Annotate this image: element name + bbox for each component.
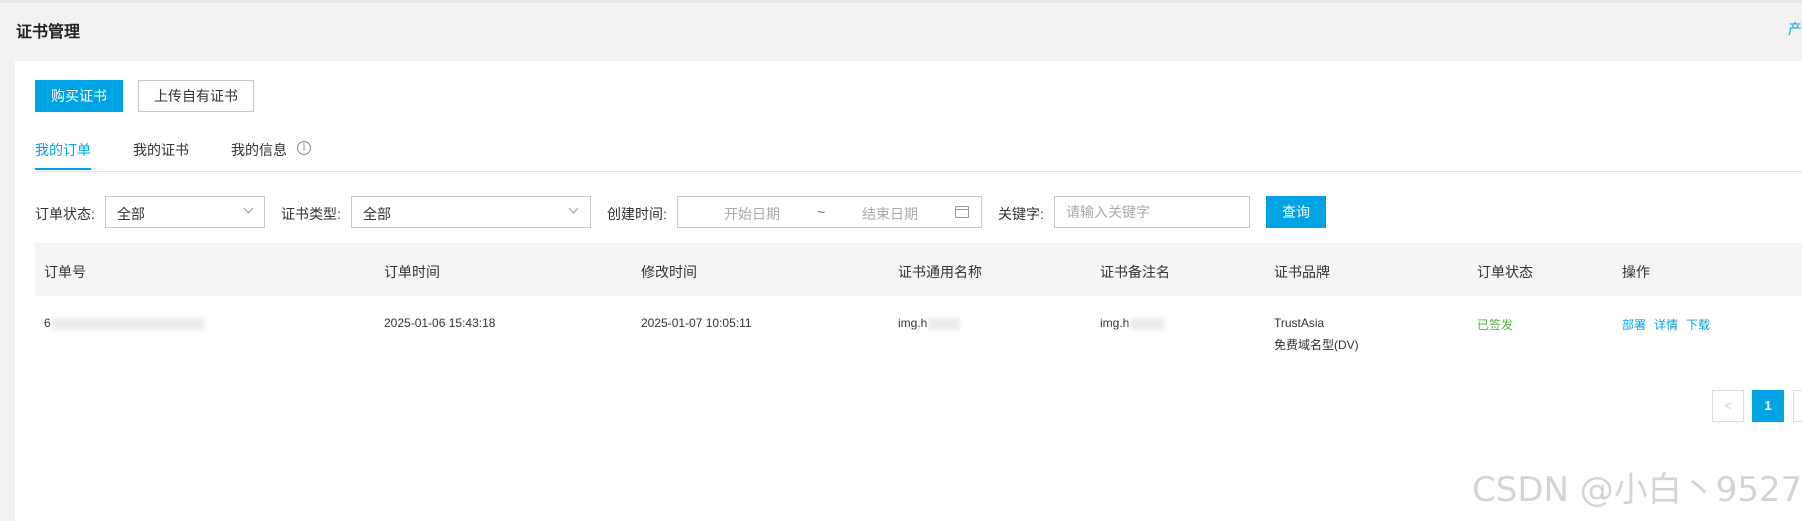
- calendar-icon[interactable]: [955, 206, 969, 218]
- cert-type-select[interactable]: 全部: [351, 196, 591, 228]
- chevron-down-icon: [568, 203, 579, 214]
- modified-time-cell: 2025-01-07 10:05:11: [641, 316, 752, 330]
- start-date-placeholder[interactable]: 开始日期: [724, 204, 780, 224]
- redacted-common-name: [928, 318, 960, 330]
- chevron-down-icon: [243, 203, 254, 214]
- order-status-label: 订单状态:: [35, 206, 95, 222]
- product-link[interactable]: 产: [1788, 19, 1802, 39]
- page-1-button[interactable]: 1: [1752, 390, 1784, 422]
- prev-page-button[interactable]: <: [1712, 390, 1744, 422]
- col-order-no: 订单号: [44, 264, 86, 280]
- col-actions: 操作: [1622, 264, 1650, 280]
- deploy-link[interactable]: 部署: [1622, 316, 1646, 333]
- keyword-input[interactable]: [1054, 196, 1250, 228]
- order-status-select[interactable]: 全部: [105, 196, 265, 228]
- top-border: [0, 0, 1802, 3]
- upload-cert-button[interactable]: 上传自有证书: [138, 80, 254, 112]
- col-order-time: 订单时间: [384, 264, 440, 280]
- query-button[interactable]: 查询: [1266, 196, 1326, 228]
- cert-type-value: 全部: [363, 206, 391, 222]
- created-time-label: 创建时间:: [607, 206, 667, 222]
- col-modified-time: 修改时间: [641, 264, 697, 280]
- tab-my-info[interactable]: 我的信息: [231, 140, 287, 160]
- common-name-cell: img.h: [898, 316, 928, 330]
- redacted-order-no: [52, 318, 204, 330]
- page-title: 证书管理: [16, 24, 81, 41]
- col-remark-name: 证书备注名: [1100, 264, 1170, 280]
- redacted-remark-name: [1130, 318, 1164, 330]
- col-order-status: 订单状态: [1477, 264, 1533, 280]
- watermark: CSDN @小白丶9527: [1472, 470, 1802, 510]
- brand-cell: TrustAsia: [1274, 316, 1325, 330]
- order-no-cell: 6: [44, 316, 51, 330]
- col-brand: 证书品牌: [1274, 264, 1330, 280]
- status-badge: 已签发: [1477, 318, 1514, 332]
- next-page-button[interactable]: [1793, 390, 1802, 422]
- tab-my-orders[interactable]: 我的订单: [35, 140, 91, 160]
- date-range-picker[interactable]: 开始日期 ~ 结束日期: [677, 196, 982, 228]
- order-time-cell: 2025-01-06 15:43:18: [384, 316, 496, 330]
- download-link[interactable]: 下载: [1686, 316, 1710, 333]
- keyword-label: 关键字:: [998, 206, 1044, 222]
- active-tab-indicator: [35, 168, 91, 170]
- buy-cert-button[interactable]: 购买证书: [35, 80, 123, 112]
- order-status-value: 全部: [117, 206, 145, 222]
- end-date-placeholder[interactable]: 结束日期: [862, 204, 918, 224]
- info-icon[interactable]: i: [297, 141, 311, 155]
- range-separator: ~: [817, 204, 826, 220]
- tab-my-certs[interactable]: 我的证书: [133, 140, 189, 160]
- tabs-divider: [35, 171, 1802, 172]
- cert-type-label: 证书类型:: [281, 206, 341, 222]
- details-link[interactable]: 详情: [1654, 316, 1678, 333]
- brand-type-cell: 免费域名型(DV): [1274, 338, 1359, 352]
- remark-name-cell: img.h: [1100, 316, 1130, 330]
- col-common-name: 证书通用名称: [898, 264, 982, 280]
